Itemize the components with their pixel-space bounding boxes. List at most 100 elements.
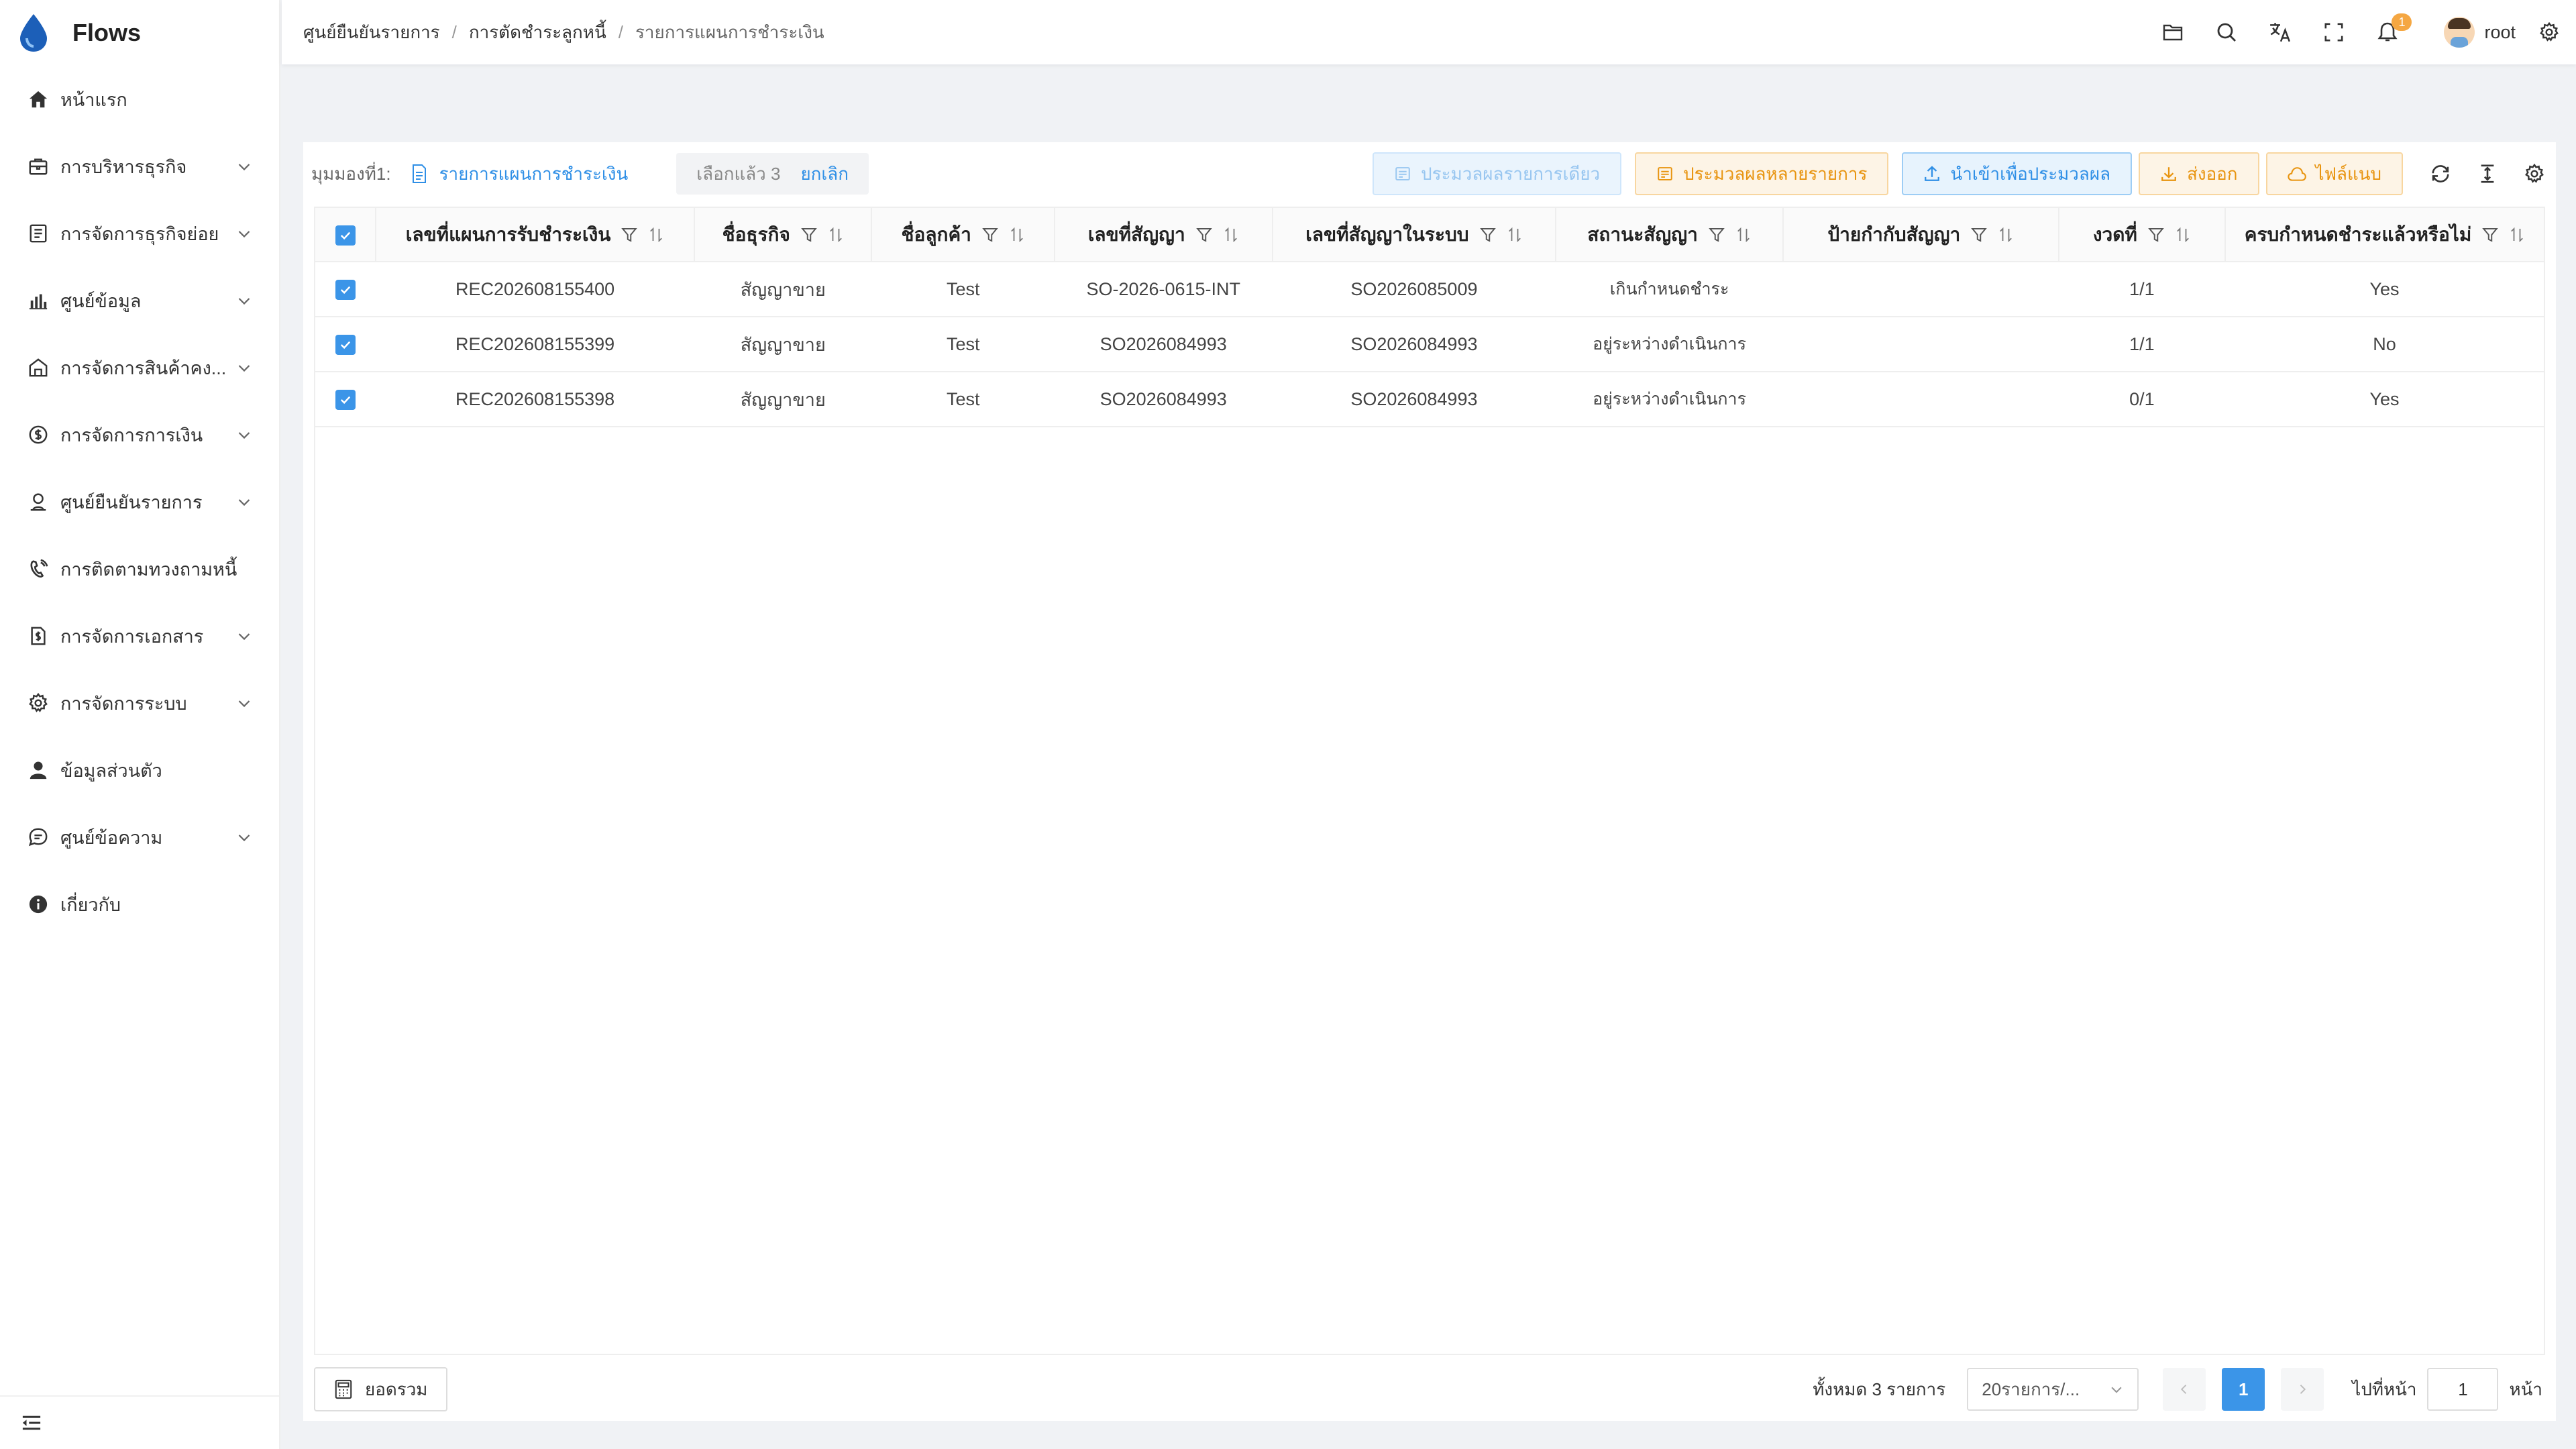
cancel-selection-link[interactable]: ยกเลิก bbox=[800, 160, 849, 188]
column-header[interactable]: เลขที่สัญญาในระบบ bbox=[1272, 208, 1557, 262]
summary-button[interactable]: ยอดรวม bbox=[314, 1367, 448, 1411]
sidebar-item-label: ข้อมูลส่วนตัว bbox=[60, 760, 162, 781]
app-name: Flows bbox=[72, 19, 142, 46]
notification-button[interactable]: 1 bbox=[2361, 5, 2414, 59]
search-button[interactable] bbox=[2200, 5, 2253, 59]
settings-button[interactable] bbox=[2529, 5, 2569, 59]
sidebar-item-system[interactable]: การจัดการระบบ bbox=[0, 669, 279, 737]
process-multi-button[interactable]: ประมวลผลหลายรายการ bbox=[1635, 152, 1889, 195]
selected-count: เลือกแล้ว 3 bbox=[696, 163, 781, 184]
view-selector[interactable]: รายการแผนการชำระเงิน bbox=[411, 160, 628, 188]
breadcrumb-item[interactable]: ศูนย์ยืนยันรายการ bbox=[303, 19, 440, 46]
sidebar-item-inventory[interactable]: การจัดการสินค้าคง... bbox=[0, 334, 279, 401]
row-checkbox[interactable] bbox=[335, 334, 356, 355]
prev-page-button[interactable] bbox=[2163, 1368, 2206, 1411]
main-content: มุมมองที่1: รายการแผนการชำระเงิน เลือกแล… bbox=[303, 142, 2556, 1421]
sidebar-item-finance[interactable]: การจัดการการเงิน bbox=[0, 401, 279, 468]
folder-button[interactable] bbox=[2146, 5, 2200, 59]
filter-icon[interactable] bbox=[982, 227, 998, 243]
goto-page-input[interactable] bbox=[2427, 1368, 2499, 1411]
sidebar-item-label: หน้าแรก bbox=[60, 89, 127, 110]
due-cell: Yes bbox=[2369, 278, 2400, 299]
contract-number-cell: SO2026084993 bbox=[1099, 388, 1227, 409]
row-checkbox[interactable] bbox=[335, 389, 356, 410]
filter-icon[interactable] bbox=[621, 227, 638, 243]
sort-icon[interactable] bbox=[1223, 227, 1239, 243]
export-button[interactable]: ส่งออก bbox=[2139, 152, 2259, 195]
column-header[interactable]: ครบกำหนดชำระแล้วหรือไม่ bbox=[2225, 208, 2544, 262]
column-header[interactable]: งวดที่ bbox=[2058, 208, 2226, 262]
sidebar-item-verification[interactable]: ศูนย์ยืนยันรายการ bbox=[0, 468, 279, 535]
filter-icon[interactable] bbox=[1195, 227, 1212, 243]
filter-icon[interactable] bbox=[1971, 227, 1988, 243]
toolbar-actions: ประมวลผลรายการเดียว ประมวลผลหลายรายการ น… bbox=[1359, 150, 2556, 197]
message-icon bbox=[27, 826, 50, 849]
sidebar-item-home[interactable]: หน้าแรก bbox=[0, 66, 279, 133]
sort-icon[interactable] bbox=[828, 227, 844, 243]
next-page-button[interactable] bbox=[2281, 1368, 2324, 1411]
sort-icon[interactable] bbox=[2509, 227, 2525, 243]
gear-icon bbox=[2525, 164, 2544, 183]
sidebar-item-data-center[interactable]: ศูนย์ข้อมูล bbox=[0, 267, 279, 334]
filter-icon[interactable] bbox=[801, 227, 817, 243]
sidebar-item-label: เกี่ยวกับ bbox=[60, 894, 121, 915]
fullscreen-button[interactable] bbox=[2307, 5, 2361, 59]
sort-icon[interactable] bbox=[1998, 227, 2014, 243]
table-row[interactable]: REC202608155399 สัญญาขาย Test SO20260849… bbox=[315, 317, 2544, 372]
import-process-button[interactable]: นำเข้าเพื่อประมวลผล bbox=[1902, 152, 2132, 195]
process-single-button[interactable]: ประมวลผลรายการเดียว bbox=[1373, 152, 1622, 195]
sort-icon[interactable] bbox=[1009, 227, 1025, 243]
sidebar-item-sub-business[interactable]: การจัดการธุรกิจย่อย bbox=[0, 200, 279, 267]
verify-user-icon bbox=[27, 490, 50, 513]
breadcrumb-item[interactable]: การตัดชำระลูกหนี้ bbox=[469, 19, 606, 46]
sort-icon[interactable] bbox=[2175, 227, 2191, 243]
filter-icon[interactable] bbox=[2148, 227, 2164, 243]
attachment-button[interactable]: ไฟล์แนบ bbox=[2265, 152, 2403, 195]
data-table: เลขที่แผนการรับชำระเงิน ชื่อธุรกิจ ชื่อล… bbox=[314, 207, 2545, 1355]
translate-button[interactable] bbox=[2253, 5, 2307, 59]
row-checkbox[interactable] bbox=[335, 279, 356, 300]
chevron-down-icon bbox=[238, 231, 250, 238]
select-all-checkbox[interactable] bbox=[335, 225, 356, 246]
contract-tag-cell bbox=[1783, 317, 2059, 372]
page-size-select[interactable]: 20รายการ/... bbox=[1967, 1368, 2139, 1411]
filter-icon[interactable] bbox=[2482, 227, 2499, 243]
filter-icon[interactable] bbox=[1479, 227, 1496, 243]
refresh-button[interactable] bbox=[2419, 152, 2462, 195]
column-height-button[interactable] bbox=[2466, 152, 2509, 195]
column-header[interactable]: เลขที่แผนการรับชำระเงิน bbox=[376, 208, 695, 262]
column-header[interactable]: เลขที่สัญญา bbox=[1054, 208, 1273, 262]
column-header[interactable]: ชื่อธุรกิจ bbox=[694, 208, 873, 262]
sidebar-item-debt-collection[interactable]: การติดตามทวงถามหนี้ bbox=[0, 535, 279, 602]
collapse-sidebar-button[interactable] bbox=[0, 1395, 279, 1449]
sort-icon[interactable] bbox=[1507, 227, 1523, 243]
list-icon bbox=[27, 222, 50, 245]
filter-icon[interactable] bbox=[1708, 227, 1725, 243]
sidebar-item-messages[interactable]: ศูนย์ข้อความ bbox=[0, 804, 279, 871]
breadcrumb-current: รายการแผนการชำระเงิน bbox=[635, 21, 824, 42]
plan-number-cell: REC202608155398 bbox=[455, 388, 615, 409]
column-header[interactable]: ป้ายกำกับสัญญา bbox=[1782, 208, 2059, 262]
user-menu[interactable]: root bbox=[2444, 17, 2516, 48]
column-header[interactable]: สถานะสัญญา bbox=[1556, 208, 1784, 262]
sidebar-item-about[interactable]: เกี่ยวกับ bbox=[0, 871, 279, 938]
business-cell: สัญญาขาย bbox=[740, 279, 826, 300]
column-header[interactable]: ชื่อลูกค้า bbox=[871, 208, 1055, 262]
app-logo[interactable]: Flows bbox=[0, 0, 279, 66]
table-row[interactable]: REC202608155400 สัญญาขาย Test SO-2026-06… bbox=[315, 262, 2544, 317]
sidebar-item-profile[interactable]: ข้อมูลส่วนตัว bbox=[0, 737, 279, 804]
sidebar-item-documents[interactable]: การจัดการเอกสาร bbox=[0, 602, 279, 669]
chevron-down-icon bbox=[238, 432, 250, 439]
page-number-current[interactable]: 1 bbox=[2222, 1368, 2265, 1411]
sidebar-item-business-admin[interactable]: การบริหารธุรกิจ bbox=[0, 133, 279, 200]
select-all-cell bbox=[315, 208, 377, 262]
chevron-down-icon bbox=[238, 164, 250, 171]
sidebar-item-label: การจัดการการเงิน bbox=[60, 425, 203, 445]
table-settings-button[interactable] bbox=[2513, 152, 2556, 195]
selection-info: เลือกแล้ว 3 ยกเลิก bbox=[676, 153, 869, 195]
table-row[interactable]: REC202608155398 สัญญาขาย Test SO20260849… bbox=[315, 372, 2544, 427]
sort-icon[interactable] bbox=[1735, 227, 1752, 243]
sort-icon[interactable] bbox=[648, 227, 664, 243]
breadcrumb: ศูนย์ยืนยันรายการ / การตัดชำระลูกหนี้ / … bbox=[303, 19, 2146, 46]
summary-label: ยอดรวม bbox=[365, 1379, 428, 1399]
